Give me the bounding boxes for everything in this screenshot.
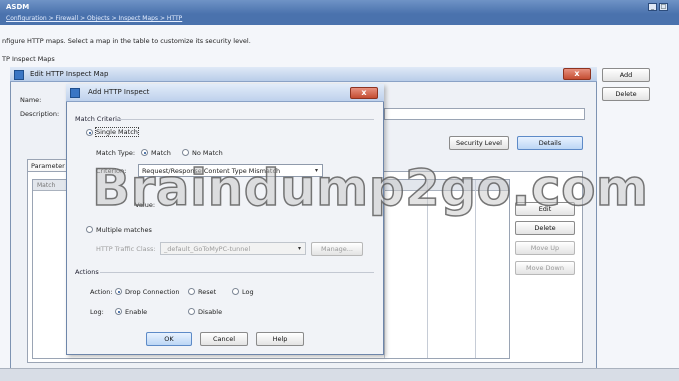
chevron-down-icon: ▾ bbox=[297, 245, 301, 252]
reset-label[interactable]: Reset bbox=[198, 288, 216, 296]
security-level-button[interactable]: Security Level bbox=[449, 136, 509, 150]
actions-label: Actions bbox=[75, 268, 99, 276]
add-http-inspect-dialog bbox=[66, 84, 384, 355]
minimize-icon[interactable]: _ bbox=[648, 3, 657, 11]
section-title: TP Inspect Maps bbox=[2, 55, 55, 63]
log-label[interactable]: Log bbox=[242, 288, 254, 296]
action-label: Action: bbox=[90, 288, 113, 296]
help-button[interactable]: Help bbox=[256, 332, 304, 346]
traffic-class-label: HTTP Traffic Class: bbox=[96, 245, 156, 253]
group-divider bbox=[100, 272, 374, 273]
match-criteria-label: Match Criteria bbox=[75, 115, 121, 123]
log-enable-radio[interactable] bbox=[115, 308, 122, 315]
name-label: Name: bbox=[20, 96, 42, 104]
status-bar bbox=[0, 368, 679, 381]
app-title: ASDM bbox=[6, 3, 30, 11]
drop-connection-label[interactable]: Drop Connection bbox=[125, 288, 179, 296]
multiple-matches-label[interactable]: Multiple matches bbox=[96, 226, 152, 234]
single-match-label[interactable]: Single Match bbox=[95, 127, 139, 137]
reset-radio[interactable] bbox=[188, 288, 195, 295]
manage-button[interactable]: Manage... bbox=[311, 242, 363, 256]
delete-match-button[interactable]: Delete bbox=[515, 221, 575, 235]
traffic-class-select[interactable]: _default_GoToMyPC-tunnel ▾ bbox=[160, 242, 306, 255]
log-radio[interactable] bbox=[232, 288, 239, 295]
delete-button[interactable]: Delete bbox=[602, 87, 650, 101]
details-button[interactable]: Details bbox=[517, 136, 583, 150]
log-disable-radio[interactable] bbox=[188, 308, 195, 315]
intro-text: nfigure HTTP maps. Select a map in the t… bbox=[2, 37, 251, 45]
ok-button[interactable]: OK bbox=[146, 332, 192, 346]
add-button[interactable]: Add bbox=[602, 68, 650, 82]
log-row-label: Log: bbox=[90, 308, 104, 316]
breadcrumb[interactable]: Configuration > Firewall > Objects > Ins… bbox=[0, 14, 679, 25]
match-radio[interactable] bbox=[141, 149, 148, 156]
log-enable-label[interactable]: Enable bbox=[125, 308, 147, 316]
log-disable-label[interactable]: Disable bbox=[198, 308, 222, 316]
move-up-button[interactable]: Move Up bbox=[515, 241, 575, 255]
match-type-label: Match Type: bbox=[96, 149, 136, 157]
grid-header-match: Match bbox=[37, 182, 56, 189]
dialog-close-icon[interactable]: x bbox=[350, 87, 378, 99]
description-input[interactable] bbox=[384, 108, 585, 120]
move-down-button[interactable]: Move Down bbox=[515, 261, 575, 275]
description-label: Description: bbox=[20, 110, 60, 118]
traffic-class-value: _default_GoToMyPC-tunnel bbox=[164, 245, 251, 253]
dialog-window-icon bbox=[70, 88, 80, 98]
tab-parameters[interactable]: Parameter bbox=[27, 159, 69, 171]
single-match-radio[interactable] bbox=[86, 129, 93, 136]
drop-connection-radio[interactable] bbox=[115, 288, 122, 295]
dialog-title: Add HTTP Inspect bbox=[88, 88, 150, 96]
window-icon bbox=[14, 70, 24, 80]
asdm-title-bar: ASDM bbox=[0, 0, 679, 14]
multiple-matches-radio[interactable] bbox=[86, 226, 93, 233]
maximize-icon[interactable]: □ bbox=[659, 3, 668, 11]
match-radio-label[interactable]: Match bbox=[151, 149, 171, 157]
group-divider bbox=[118, 119, 374, 120]
no-match-radio[interactable] bbox=[182, 149, 189, 156]
dialog-title-bar: Add HTTP Inspect bbox=[66, 84, 384, 102]
edit-map-title: Edit HTTP Inspect Map bbox=[30, 70, 109, 78]
no-match-radio-label[interactable]: No Match bbox=[192, 149, 223, 157]
watermark: Braindump2go.com bbox=[91, 159, 649, 217]
close-icon[interactable]: x bbox=[563, 68, 591, 80]
cancel-button[interactable]: Cancel bbox=[200, 332, 248, 346]
edit-map-title-bar: Edit HTTP Inspect Map bbox=[10, 67, 597, 82]
